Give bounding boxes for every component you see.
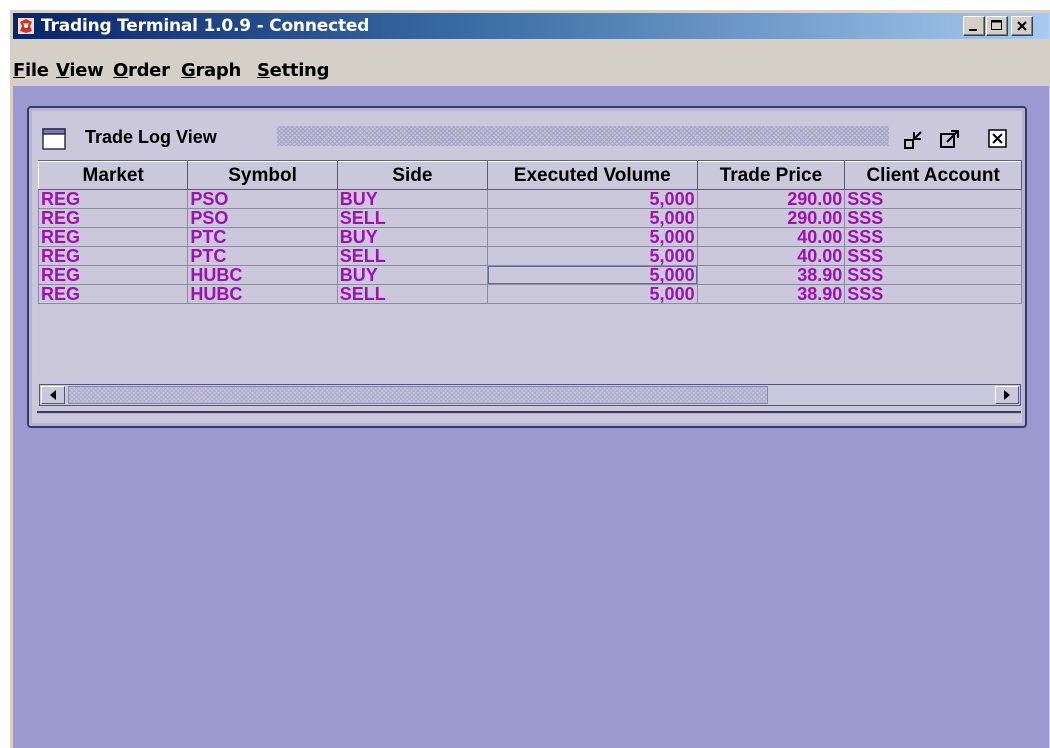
column-header-trade-price[interactable]: Trade Price [696,161,846,190]
horizontal-scrollbar[interactable] [39,384,1021,406]
scroll-right-button[interactable] [995,386,1019,404]
table-cell[interactable]: 5,000 [486,284,698,304]
menu-view[interactable]: View [56,60,104,81]
scroll-thumb[interactable] [68,386,768,404]
table-row[interactable]: REG PSO SELL 5,000 290.00 SSS [38,208,1022,228]
close-button[interactable] [1011,16,1033,36]
maximize-frame-button[interactable] [939,128,961,150]
iconify-button[interactable] [903,128,925,150]
close-frame-button[interactable] [987,128,1009,150]
trade-log-title-bar[interactable]: Trade Log View [37,122,1021,154]
table-cell[interactable]: 40.00 [696,227,846,247]
column-header-client-account[interactable]: Client Account [844,161,1022,190]
table-cell[interactable]: REG [38,246,189,266]
minimize-icon [969,29,977,31]
table-cell[interactable]: 5,000 [486,189,698,209]
table-row[interactable]: REG HUBC SELL 5,000 38.90 SSS [38,284,1022,304]
iconify-icon [904,131,922,149]
window-title: Trading Terminal 1.0.9 - Connected [41,16,370,36]
table-cell[interactable]: SELL [336,208,488,228]
table-cell[interactable]: PTC [187,246,338,266]
table-cell[interactable]: BUY [336,227,488,247]
table-row[interactable]: REG PSO BUY 5,000 290.00 SSS [38,189,1022,209]
column-header-side[interactable]: Side [336,161,488,190]
table-cell[interactable]: SSS [844,227,1022,247]
close-icon [1017,21,1027,31]
table-cell[interactable]: REG [38,227,189,247]
table-cell[interactable]: HUBC [187,265,338,285]
table-cell[interactable]: 290.00 [696,189,846,209]
table-cell[interactable]: SSS [844,208,1022,228]
maximize-button[interactable] [986,16,1008,36]
menu-order[interactable]: Order [113,60,170,81]
table-cell[interactable]: BUY [336,189,488,209]
arrow-left-icon [50,390,56,400]
table-row[interactable]: REG HUBC BUY 5,000 38.90 SSS [38,265,1022,285]
table-cell[interactable]: REG [38,265,189,285]
app-logo-icon [18,18,34,34]
table-cell[interactable]: SSS [844,265,1022,285]
frame-bottom-border [37,411,1021,414]
column-header-executed-volume[interactable]: Executed Volume [486,161,698,190]
menu-bar: File View Order Graph Setting [13,39,1049,87]
table-cell[interactable]: REG [38,208,189,228]
title-bar[interactable]: Trading Terminal 1.0.9 - Connected [13,13,1049,39]
table-cell[interactable]: SSS [844,284,1022,304]
table-row[interactable]: REG PTC BUY 5,000 40.00 SSS [38,227,1022,247]
table-cell[interactable]: 5,000 [486,227,698,247]
table-cell[interactable]: 5,000 [486,246,698,266]
window-icon [42,128,66,150]
table-cell[interactable]: PSO [187,208,338,228]
trade-log-window: Trade Log View Market Symbol Side Execut… [27,106,1027,428]
table-cell[interactable]: SSS [844,189,1022,209]
table-cell[interactable]: 290.00 [696,208,846,228]
table-cell[interactable]: REG [38,284,189,304]
minimize-button[interactable] [963,16,985,36]
table-row[interactable]: REG PTC SELL 5,000 40.00 SSS [38,246,1022,266]
table-cell[interactable]: BUY [336,265,488,285]
table-cell[interactable]: PSO [187,189,338,209]
table-cell[interactable]: PTC [187,227,338,247]
table-cell[interactable]: REG [38,189,189,209]
table-cell[interactable]: HUBC [187,284,338,304]
arrow-right-icon [1004,390,1010,400]
table-cell[interactable]: 5,000 [486,265,698,285]
table-cell[interactable]: SSS [844,246,1022,266]
table-cell[interactable]: 5,000 [486,208,698,228]
title-bar-grip [277,126,889,146]
menu-setting[interactable]: Setting [257,60,329,81]
trade-log-table-viewport[interactable]: Market Symbol Side Executed Volume Trade… [38,160,1022,382]
table-cell[interactable]: 40.00 [696,246,846,266]
trade-log-table: Market Symbol Side Executed Volume Trade… [38,161,1022,304]
table-cell[interactable]: SELL [336,284,488,304]
table-cell[interactable]: 38.90 [696,265,846,285]
column-header-symbol[interactable]: Symbol [187,161,338,190]
scroll-left-button[interactable] [41,386,65,404]
column-header-market[interactable]: Market [38,161,189,190]
close-frame-icon [988,129,1007,148]
table-header-row: Market Symbol Side Executed Volume Trade… [38,161,1022,190]
table-cell[interactable]: SELL [336,246,488,266]
menu-file[interactable]: File [13,60,49,81]
trade-log-title: Trade Log View [85,127,217,147]
menu-graph[interactable]: Graph [181,60,241,81]
table-cell[interactable]: 38.90 [696,284,846,304]
maximize-frame-icon [940,130,959,148]
maximize-icon [991,20,1002,30]
